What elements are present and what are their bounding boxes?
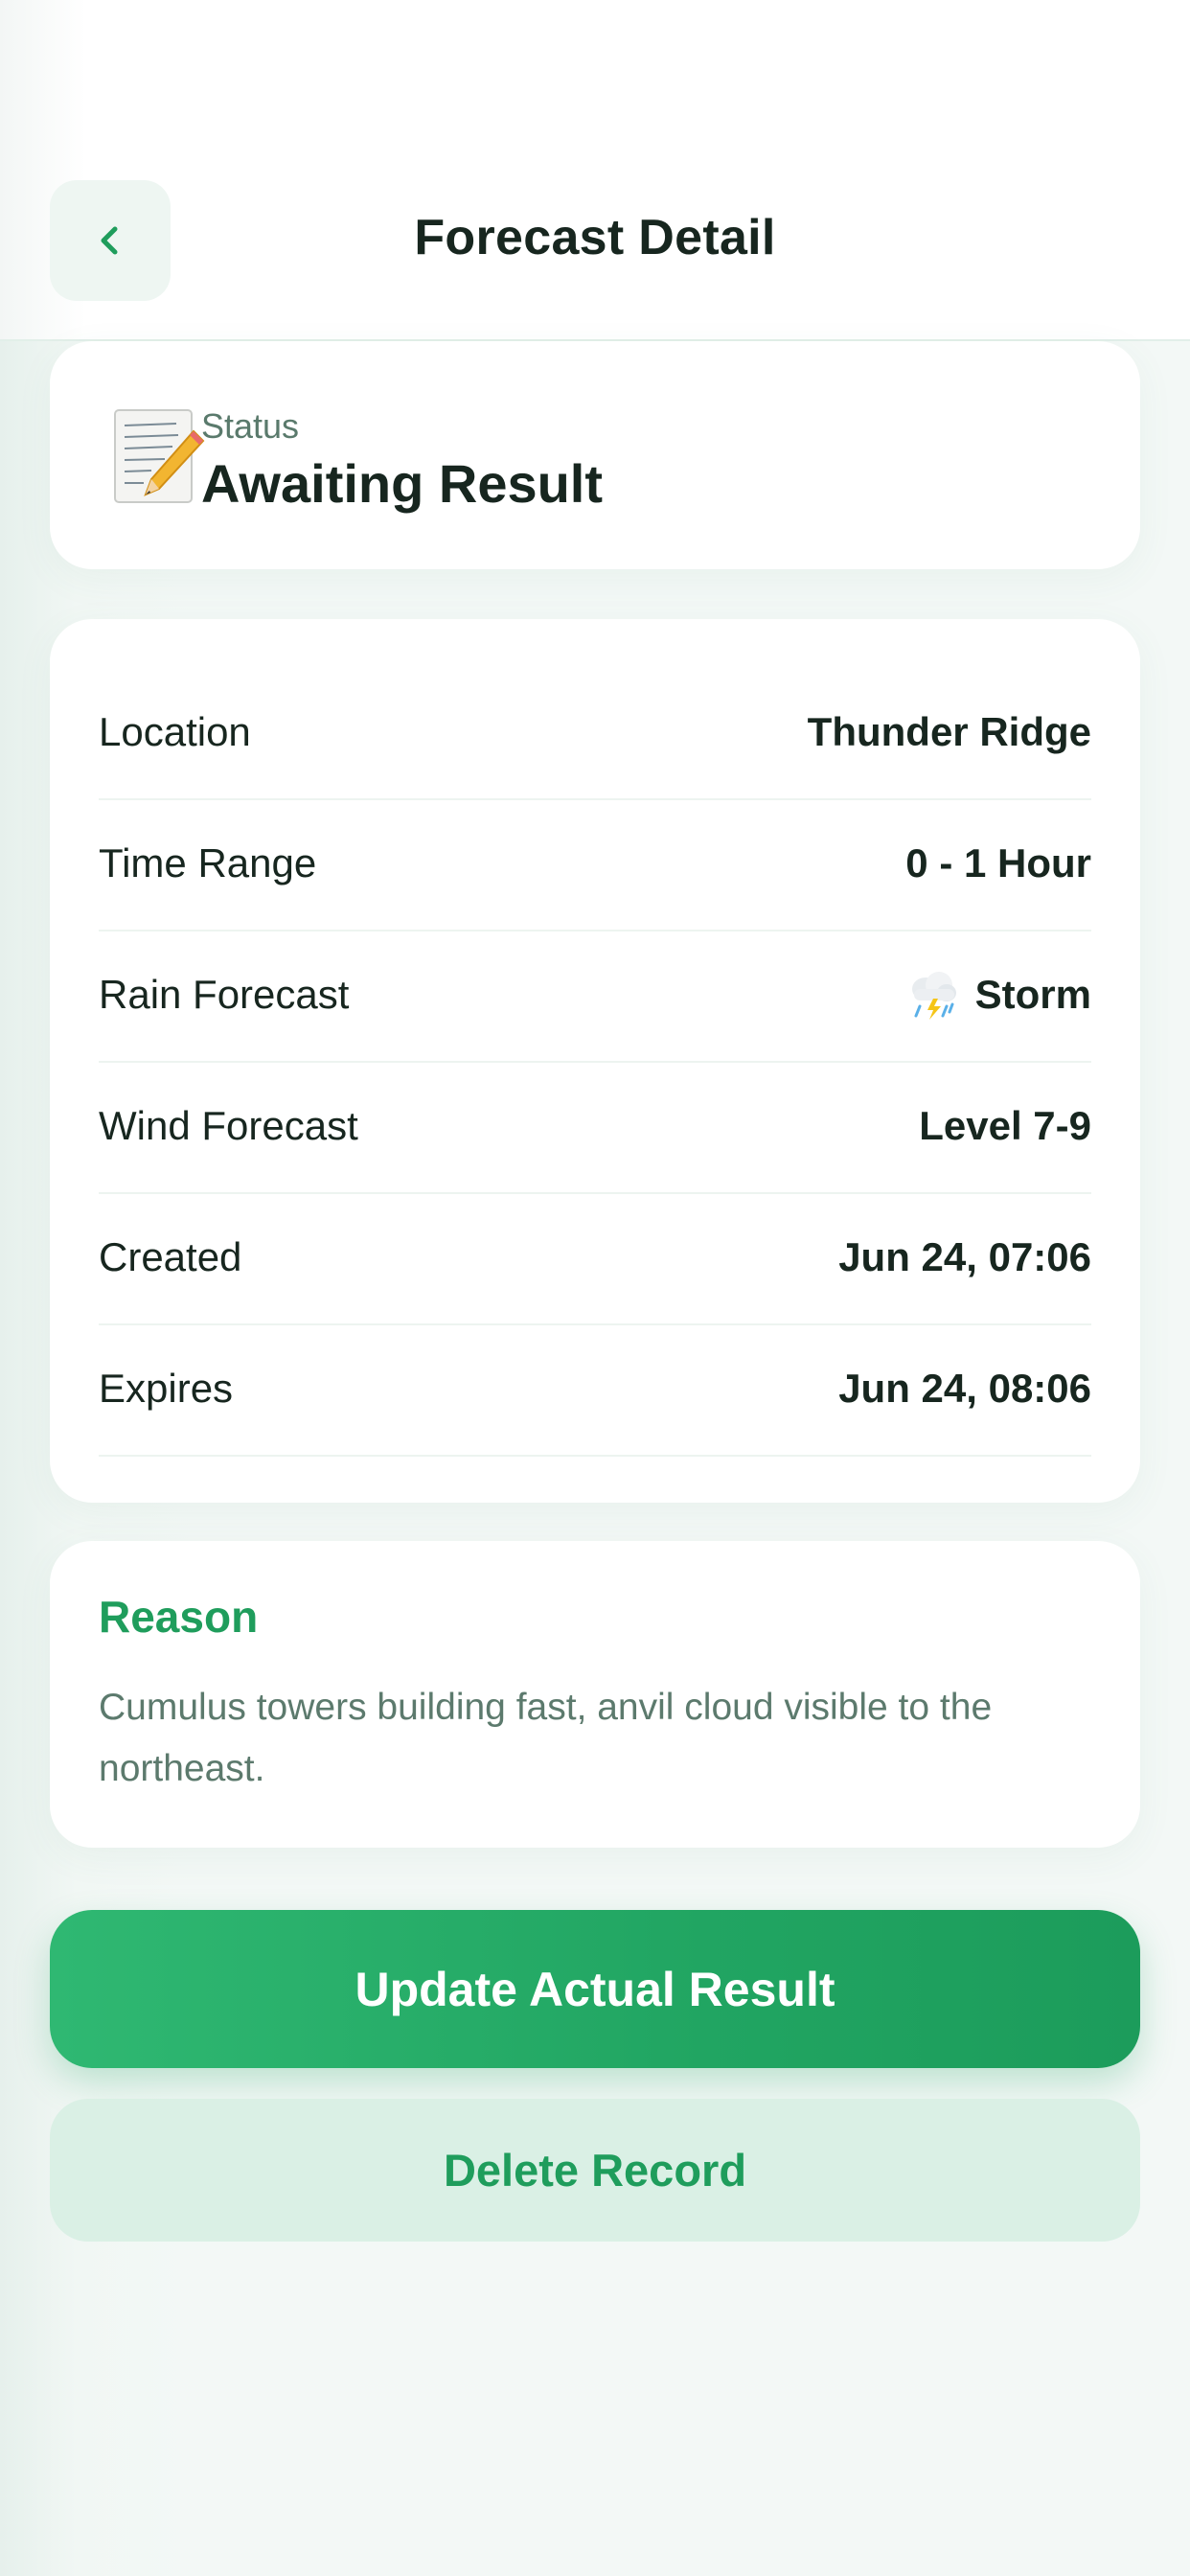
detail-label: Wind Forecast	[99, 1103, 358, 1148]
detail-value: Thunder Ridge	[807, 709, 1091, 754]
delete-record-button[interactable]: Delete Record	[50, 2099, 1140, 2242]
detail-label: Location	[99, 709, 251, 754]
memo-pencil-icon	[114, 409, 205, 503]
detail-row-location: Location Thunder Ridge	[99, 667, 1091, 800]
thunder-cloud-rain-icon	[911, 972, 956, 1020]
detail-label: Created	[99, 1234, 242, 1279]
detail-label: Time Range	[99, 840, 317, 886]
detail-label: Expires	[99, 1366, 234, 1411]
header-bar: Forecast Detail	[0, 0, 1190, 341]
reason-text: Cumulus towers building fast, anvil clou…	[99, 1687, 993, 1789]
status-label: Status	[201, 406, 300, 446]
detail-value: Level 7-9	[919, 1103, 1091, 1148]
detail-label: Rain Forecast	[99, 972, 350, 1017]
detail-row-expires: Expires Jun 24, 08:06	[99, 1323, 1091, 1457]
detail-row-time-range: Time Range 0 - 1 Hour	[99, 798, 1091, 932]
detail-row-wind-forecast: Wind Forecast Level 7-9	[99, 1061, 1091, 1194]
detail-value: Jun 24, 08:06	[838, 1366, 1091, 1411]
detail-value: Jun 24, 07:06	[838, 1234, 1091, 1279]
update-actual-result-button[interactable]: Update Actual Result	[50, 1910, 1140, 2068]
detail-row-created: Created Jun 24, 07:06	[99, 1192, 1091, 1325]
reason-title: Reason	[99, 1592, 259, 1642]
detail-value: Storm	[904, 930, 1091, 1060]
detail-value: 0 - 1 Hour	[905, 840, 1091, 886]
page-title: Forecast Detail	[414, 210, 776, 265]
detail-row-rain-forecast: Rain Forecast Storm	[99, 930, 1091, 1063]
status-value: Awaiting Result	[201, 453, 604, 514]
